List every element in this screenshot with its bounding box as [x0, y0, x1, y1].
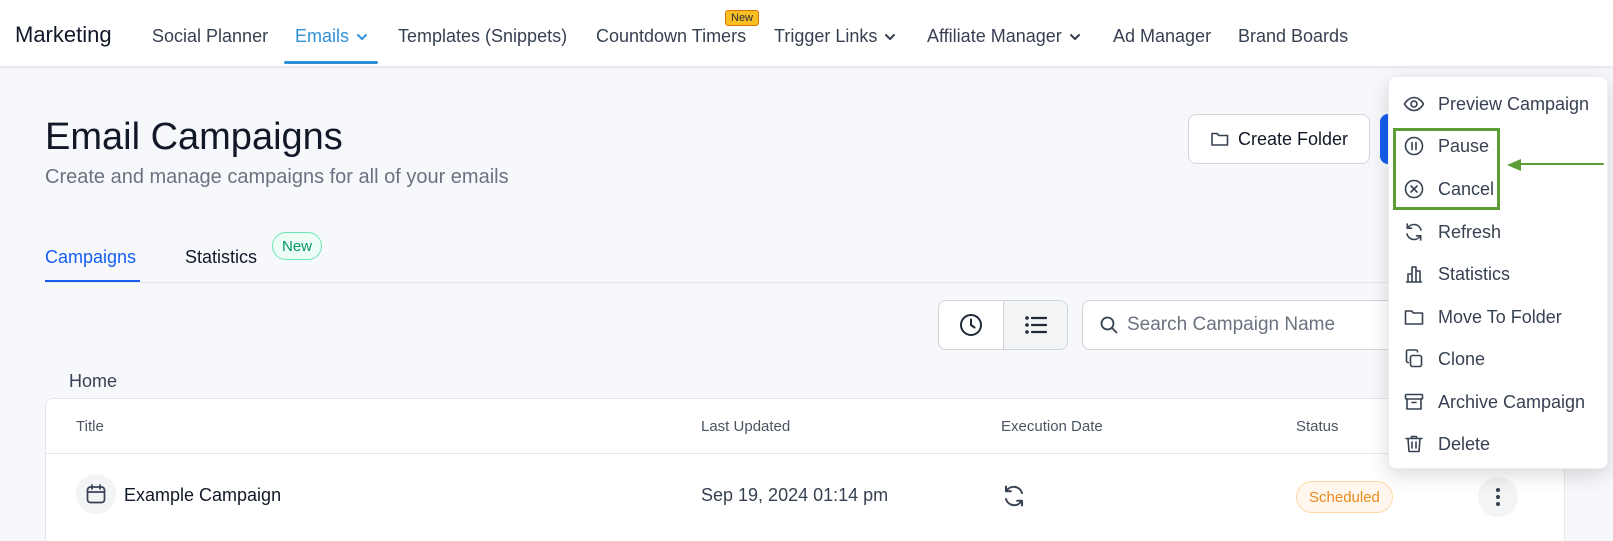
nav-label: Emails	[295, 26, 350, 46]
column-header-execution-date: Execution Date	[1001, 418, 1103, 435]
folder-icon	[1211, 132, 1229, 146]
menu-item-statistics[interactable]: Statistics	[1389, 254, 1609, 294]
column-header-status: Status	[1296, 418, 1339, 435]
nav-label: Trigger Links	[774, 26, 878, 46]
breadcrumb-home[interactable]: Home	[69, 371, 117, 392]
nav-active-underline	[284, 61, 378, 64]
menu-item-label: Preview Campaign	[1438, 93, 1590, 114]
nav-label: Brand Boards	[1238, 26, 1349, 46]
top-nav: Marketing Social Planner Emails Template…	[0, 0, 1613, 67]
menu-item-label: Delete	[1438, 433, 1491, 454]
annotation-highlight-box	[1393, 128, 1500, 210]
column-header-title: Title	[76, 418, 104, 435]
campaign-title[interactable]: Example Campaign	[124, 485, 281, 506]
chevron-down-icon	[1069, 33, 1080, 40]
eye-icon	[1403, 96, 1425, 112]
menu-item-label: Archive Campaign	[1438, 391, 1586, 412]
nav-label: Social Planner	[152, 26, 269, 46]
tabs-divider	[45, 282, 1565, 283]
create-folder-label: Create Folder	[1237, 128, 1349, 149]
annotation-arrow-icon	[1507, 159, 1604, 171]
view-toggle	[938, 300, 1068, 350]
search-box	[1082, 300, 1402, 350]
campaigns-table: Title Last Updated Execution Date Status…	[45, 398, 1565, 541]
nav-affiliate-manager[interactable]: Affiliate Manager	[927, 26, 1082, 47]
calendar-icon-wrap	[76, 474, 116, 514]
nav-label: Templates (Snippets)	[398, 26, 568, 46]
last-updated-value: Sep 19, 2024 01:14 pm	[701, 485, 889, 505]
tab-statistics[interactable]: Statistics	[185, 247, 257, 268]
list-icon	[1024, 316, 1047, 334]
nav-emails[interactable]: Emails	[295, 26, 369, 47]
search-input[interactable]	[1127, 314, 1387, 336]
chevron-down-icon	[357, 33, 368, 40]
tab-campaigns[interactable]: Campaigns	[45, 247, 136, 268]
menu-item-move-to-folder[interactable]: Move To Folder	[1389, 297, 1609, 337]
row-actions-button[interactable]	[1478, 477, 1518, 517]
nav-label: Affiliate Manager	[927, 26, 1062, 46]
nav-label: Countdown Timers	[596, 26, 747, 46]
status-badge: Scheduled	[1296, 481, 1393, 513]
menu-item-refresh[interactable]: Refresh	[1389, 212, 1609, 252]
page-title: Email Campaigns	[45, 116, 343, 158]
column-header-last-updated: Last Updated	[701, 418, 791, 435]
new-badge: New	[725, 10, 760, 26]
folder-icon	[1404, 310, 1424, 325]
chevron-down-icon	[885, 33, 896, 40]
new-badge: New	[272, 232, 323, 260]
menu-item-label: Statistics	[1438, 263, 1511, 284]
refresh-icon	[1406, 223, 1422, 241]
nav-social-planner[interactable]: Social Planner	[152, 26, 268, 47]
clock-icon	[960, 314, 982, 336]
menu-item-clone[interactable]: Clone	[1389, 339, 1609, 379]
menu-item-preview-campaign[interactable]: Preview Campaign	[1389, 84, 1609, 124]
nav-trigger-links[interactable]: Trigger Links	[774, 26, 897, 47]
nav-label: Ad Manager	[1113, 26, 1212, 46]
nav-ad-manager[interactable]: Ad Manager	[1113, 26, 1211, 47]
search-icon	[1100, 316, 1118, 334]
more-vertical-icon	[1496, 488, 1500, 506]
trash-icon	[1405, 435, 1423, 453]
archive-icon	[1404, 393, 1424, 410]
list-view-button[interactable]	[1003, 301, 1067, 349]
menu-item-label: Refresh	[1438, 221, 1502, 242]
menu-item-delete[interactable]: Delete	[1389, 424, 1609, 464]
copy-icon	[1405, 349, 1423, 368]
table-header: Title Last Updated Execution Date Status	[46, 399, 1564, 454]
menu-item-archive-campaign[interactable]: Archive Campaign	[1389, 382, 1609, 422]
brand-title: Marketing	[15, 22, 112, 47]
nav-brand-boards[interactable]: Brand Boards	[1238, 26, 1348, 47]
menu-item-label: Clone	[1438, 348, 1486, 369]
create-folder-button[interactable]: Create Folder	[1188, 114, 1370, 164]
nav-countdown-timers[interactable]: Countdown Timers	[596, 26, 746, 47]
clock-view-button[interactable]	[939, 301, 1003, 349]
menu-item-label: Move To Folder	[1438, 306, 1562, 327]
nav-templates[interactable]: Templates (Snippets)	[398, 26, 567, 47]
recurring-icon	[1005, 485, 1023, 507]
calendar-icon	[86, 484, 106, 504]
bar-chart-icon	[1406, 266, 1422, 283]
page-subtitle: Create and manage campaigns for all of y…	[45, 166, 509, 188]
